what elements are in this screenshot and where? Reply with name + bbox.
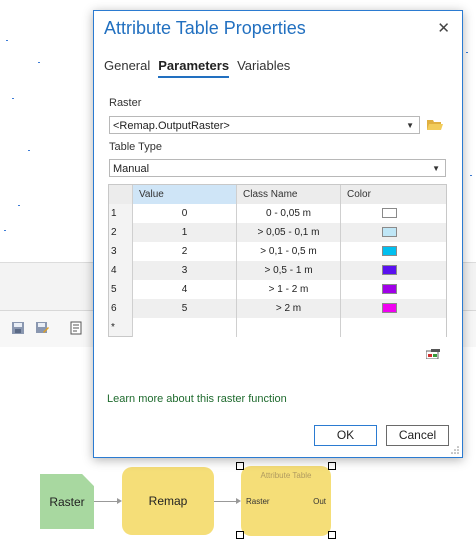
raster-node[interactable]: Raster — [40, 474, 94, 529]
map-feature — [12, 98, 14, 99]
color-swatch[interactable] — [382, 227, 397, 237]
map-feature — [466, 52, 468, 53]
table-row[interactable]: 2 1 > 0,05 - 0,1 m — [109, 223, 446, 242]
color-cell[interactable] — [341, 204, 446, 223]
tab-bar: General Parameters Variables — [104, 58, 290, 78]
raster-select-value: <Remap.OutputRaster> — [113, 120, 230, 132]
learn-more-link[interactable]: Learn more about this raster function — [107, 393, 287, 405]
raster-node-label: Raster — [49, 494, 85, 509]
color-cell[interactable] — [341, 223, 446, 242]
map-feature — [4, 230, 6, 231]
attribute-table-grid: Value Class Name Color 100 - 0,05 m 2 1 > 0… — [108, 184, 447, 337]
table-row[interactable]: 1 00 - 0,05 m — [109, 204, 446, 223]
resize-grip-icon[interactable] — [451, 446, 459, 454]
value-cell[interactable]: 1 — [132, 223, 237, 242]
attribute-table-node-title: Attribute Table — [260, 471, 312, 480]
class-name-cell[interactable]: > 0,1 - 0,5 m — [237, 242, 341, 261]
row-number: 2 — [111, 227, 117, 238]
column-header-value[interactable]: Value — [132, 185, 237, 204]
color-cell[interactable] — [341, 242, 446, 261]
color-cell[interactable] — [341, 280, 446, 299]
row-number-header — [109, 185, 132, 204]
table-options-icon[interactable] — [426, 349, 440, 359]
remap-node[interactable]: Remap — [122, 467, 214, 535]
raster-label: Raster — [109, 97, 142, 109]
color-swatch[interactable] — [382, 284, 397, 294]
value-cell[interactable]: 2 — [132, 242, 237, 261]
table-row[interactable]: 4 3 > 0,5 - 1 m — [109, 261, 446, 280]
ok-button[interactable]: OK — [314, 425, 377, 446]
dialog-title: Attribute Table Properties — [104, 18, 306, 38]
table-row[interactable]: 6 5 > 2 m — [109, 299, 446, 318]
map-feature — [470, 175, 472, 176]
row-number: 5 — [111, 284, 117, 295]
class-name-cell[interactable]: > 1 - 2 m — [237, 280, 341, 299]
class-name-cell[interactable]: > 0,05 - 0,1 m — [237, 223, 341, 242]
table-row[interactable]: 3 2 > 0,1 - 0,5 m — [109, 242, 446, 261]
close-icon[interactable]: ✕ — [437, 19, 450, 37]
tab-general[interactable]: General — [104, 58, 150, 78]
output-port-label: Out — [313, 497, 326, 506]
value-cell[interactable]: 0 — [132, 204, 237, 223]
color-cell[interactable] — [341, 261, 446, 280]
connector — [214, 501, 236, 502]
value-cell[interactable]: 4 — [132, 280, 237, 299]
resize-handle[interactable] — [236, 531, 244, 539]
remap-node-label: Remap — [148, 494, 188, 508]
color-swatch[interactable] — [382, 246, 397, 256]
table-type-select[interactable]: Manual ▼ — [109, 159, 446, 177]
map-feature — [38, 62, 40, 63]
color-cell[interactable] — [341, 318, 446, 337]
class-name-cell[interactable]: > 0,5 - 1 m — [237, 261, 341, 280]
class-name-cell[interactable]: > 2 m — [237, 299, 341, 318]
color-cell[interactable] — [341, 299, 446, 318]
table-type-value: Manual — [113, 163, 150, 175]
resize-handle[interactable] — [236, 462, 244, 470]
row-number: 6 — [111, 303, 117, 314]
input-port-label: Raster — [246, 497, 270, 506]
row-number: 4 — [111, 265, 117, 276]
attribute-table-node[interactable]: Attribute Table Raster Out — [241, 466, 331, 536]
column-header-class-name[interactable]: Class Name — [237, 185, 341, 204]
class-name-cell[interactable]: 0 - 0,05 m — [237, 204, 341, 223]
row-number: 1 — [111, 208, 117, 219]
map-feature — [28, 150, 30, 151]
table-type-label: Table Type — [109, 141, 163, 153]
tab-parameters[interactable]: Parameters — [158, 58, 230, 78]
save-as-icon[interactable] — [34, 320, 50, 336]
resize-handle[interactable] — [328, 531, 336, 539]
connector — [94, 501, 117, 502]
chevron-down-icon: ▼ — [432, 164, 440, 173]
color-swatch[interactable] — [382, 303, 397, 313]
new-row[interactable]: * — [109, 318, 446, 337]
class-name-cell[interactable] — [237, 318, 341, 337]
tab-variables[interactable]: Variables — [237, 58, 290, 78]
raster-select[interactable]: <Remap.OutputRaster> ▼ — [109, 116, 420, 134]
save-icon[interactable] — [10, 320, 26, 336]
color-swatch[interactable] — [382, 208, 397, 218]
value-cell[interactable] — [132, 318, 237, 337]
map-feature — [6, 40, 8, 41]
cancel-button[interactable]: Cancel — [386, 425, 449, 446]
folder-icon[interactable] — [427, 118, 443, 131]
report-icon[interactable] — [68, 320, 84, 336]
table-header-row: Value Class Name Color — [109, 185, 446, 204]
chevron-down-icon: ▼ — [406, 121, 414, 130]
value-cell[interactable]: 3 — [132, 261, 237, 280]
new-row-marker: * — [111, 322, 115, 333]
row-number: 3 — [111, 246, 117, 257]
table-row[interactable]: 5 4 > 1 - 2 m — [109, 280, 446, 299]
color-swatch[interactable] — [382, 265, 397, 275]
map-feature — [18, 205, 20, 206]
resize-handle[interactable] — [328, 462, 336, 470]
attribute-table-properties-dialog: Attribute Table Properties ✕ General Par… — [93, 10, 463, 458]
value-cell[interactable]: 5 — [132, 299, 237, 318]
column-header-color[interactable]: Color — [341, 185, 446, 204]
